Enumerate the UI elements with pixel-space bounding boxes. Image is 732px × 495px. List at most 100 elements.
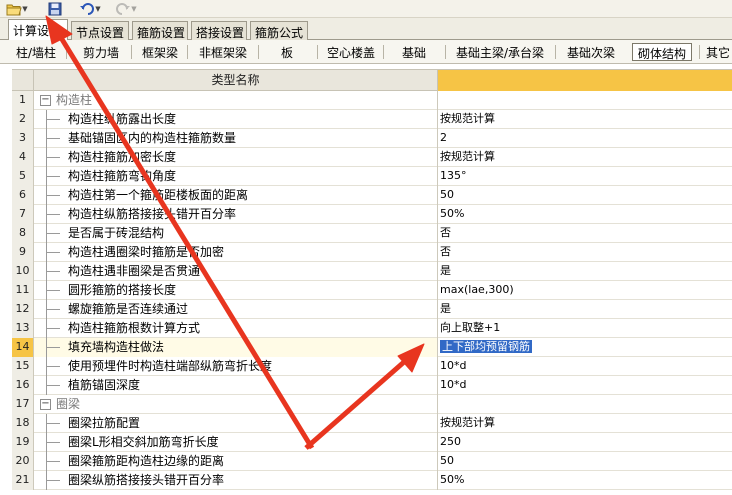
setting-name-cell[interactable]: 圈梁纵筋搭接接头错开百分率: [34, 471, 438, 490]
table-row[interactable]: 21 圈梁纵筋搭接接头错开百分率 50%: [12, 471, 732, 490]
table-row[interactable]: 14 填充墙构造柱做法 上下部均预留钢筋: [12, 338, 732, 357]
setting-value-cell[interactable]: 10*d: [438, 357, 732, 376]
row-number: 5: [12, 167, 34, 186]
setting-name-cell[interactable]: 圈梁拉筋配置: [34, 414, 438, 433]
setting-value: 按规范计算: [440, 150, 495, 163]
table-row[interactable]: 7 构造柱纵筋搭接接头错开百分率 50%: [12, 205, 732, 224]
table-row[interactable]: 5 构造柱箍筋弯钩角度 135°: [12, 167, 732, 186]
table-row[interactable]: 8 是否属于砖混结构 否: [12, 224, 732, 243]
table-row[interactable]: 11 圆形箍筋的搭接长度 max(lae,300): [12, 281, 732, 300]
tab-foundation[interactable]: 基础: [392, 43, 436, 61]
open-folder-button[interactable]: ▼: [2, 1, 32, 17]
chevron-down-icon[interactable]: ▼: [131, 5, 136, 13]
setting-value-cell[interactable]: 按规范计算: [438, 414, 732, 433]
tab-stirrup-settings[interactable]: 箍筋设置: [132, 21, 188, 40]
setting-value-cell[interactable]: 2: [438, 129, 732, 148]
table-row[interactable]: 16 植筋锚固深度 10*d: [12, 376, 732, 395]
table-row[interactable]: 13 构造柱箍筋根数计算方式 向上取整+1: [12, 319, 732, 338]
setting-value-cell[interactable]: [438, 395, 732, 414]
table-row[interactable]: 18 圈梁拉筋配置 按规范计算: [12, 414, 732, 433]
setting-name-cell[interactable]: 植筋锚固深度: [34, 376, 438, 395]
tab-foundation-secondary-beam[interactable]: 基础次梁: [561, 43, 621, 61]
table-row[interactable]: 20 圈梁箍筋距构造柱边缘的距离 50: [12, 452, 732, 471]
setting-name-cell[interactable]: 圈梁L形相交斜加筋弯折长度: [34, 433, 438, 452]
setting-name-cell[interactable]: 构造柱纵筋搭接接头错开百分率: [34, 205, 438, 224]
header-value[interactable]: [438, 70, 732, 91]
setting-value-cell[interactable]: 50: [438, 186, 732, 205]
setting-value-cell[interactable]: max(lae,300): [438, 281, 732, 300]
setting-value-cell[interactable]: 10*d: [438, 376, 732, 395]
setting-value: 按规范计算: [440, 112, 495, 125]
setting-value-cell[interactable]: 按规范计算: [438, 110, 732, 129]
setting-name-cell[interactable]: 圈梁箍筋距构造柱边缘的距离: [34, 452, 438, 471]
setting-value-cell[interactable]: 否: [438, 224, 732, 243]
table-row[interactable]: 3 基础锚固区内的构造柱箍筋数量 2: [12, 129, 732, 148]
header-type-name[interactable]: 类型名称: [34, 70, 438, 91]
setting-value-cell[interactable]: 上下部均预留钢筋: [438, 338, 732, 357]
setting-value-cell[interactable]: 是: [438, 262, 732, 281]
tab-node-settings[interactable]: 节点设置: [71, 21, 129, 40]
table-row[interactable]: 19 圈梁L形相交斜加筋弯折长度 250: [12, 433, 732, 452]
setting-value-cell[interactable]: [438, 91, 732, 110]
setting-value-cell[interactable]: 50%: [438, 471, 732, 490]
row-number: 16: [12, 376, 34, 395]
table-row[interactable]: 4 构造柱箍筋加密长度 按规范计算: [12, 148, 732, 167]
tab-masonry-structure[interactable]: 砌体结构: [632, 43, 692, 61]
setting-name-cell[interactable]: 构造柱第一个箍筋距楼板面的距离: [34, 186, 438, 205]
tab-column-wallcolumn[interactable]: 柱/墙柱: [10, 43, 62, 61]
table-row[interactable]: 10 构造柱遇非圈梁是否贯通 是: [12, 262, 732, 281]
chevron-down-icon[interactable]: ▼: [22, 5, 27, 13]
setting-name-cell[interactable]: 圆形箍筋的搭接长度: [34, 281, 438, 300]
setting-value: 否: [440, 245, 451, 258]
tab-frame-beam[interactable]: 框架梁: [136, 43, 184, 61]
setting-value-cell[interactable]: 50: [438, 452, 732, 471]
setting-name-cell[interactable]: 基础锚固区内的构造柱箍筋数量: [34, 129, 438, 148]
table-row[interactable]: 2 构造柱纵筋露出长度 按规范计算: [12, 110, 732, 129]
setting-value-cell[interactable]: 向上取整+1: [438, 319, 732, 338]
tab-calc-settings[interactable]: 计算设置: [8, 19, 68, 41]
tab-hollow-floor[interactable]: 空心楼盖: [323, 43, 379, 61]
group-row[interactable]: 1− 构造柱: [12, 91, 732, 110]
group-row[interactable]: 17− 圈梁: [12, 395, 732, 414]
undo-button[interactable]: ▼: [74, 1, 106, 17]
setting-name-cell[interactable]: 构造柱箍筋根数计算方式: [34, 319, 438, 338]
redo-button[interactable]: ▼: [110, 1, 142, 17]
table-row[interactable]: 15 使用预埋件时构造柱端部纵筋弯折长度 10*d: [12, 357, 732, 376]
chevron-down-icon[interactable]: ▼: [95, 5, 100, 13]
save-button[interactable]: [46, 1, 64, 17]
setting-name-cell[interactable]: 构造柱遇圈梁时箍筋是否加密: [34, 243, 438, 262]
setting-name-cell[interactable]: 构造柱纵筋露出长度: [34, 110, 438, 129]
tab-shear-wall[interactable]: 剪力墙: [74, 43, 128, 61]
setting-label: 填充墙构造柱做法: [68, 340, 165, 354]
tab-lap-settings[interactable]: 搭接设置: [191, 21, 247, 40]
table-row[interactable]: 9 构造柱遇圈梁时箍筋是否加密 否: [12, 243, 732, 262]
setting-name-cell[interactable]: − 圈梁: [34, 395, 438, 414]
table-row[interactable]: 12 螺旋箍筋是否连续通过 是: [12, 300, 732, 319]
setting-name-cell[interactable]: 是否属于砖混结构: [34, 224, 438, 243]
setting-value-cell[interactable]: 按规范计算: [438, 148, 732, 167]
setting-name-cell[interactable]: 构造柱箍筋加密长度: [34, 148, 438, 167]
setting-name-cell[interactable]: 构造柱遇非圈梁是否贯通: [34, 262, 438, 281]
setting-value-cell[interactable]: 否: [438, 243, 732, 262]
setting-value-cell[interactable]: 50%: [438, 205, 732, 224]
setting-name-cell[interactable]: 使用预埋件时构造柱端部纵筋弯折长度: [34, 357, 438, 376]
setting-value-cell[interactable]: 是: [438, 300, 732, 319]
setting-name-cell[interactable]: − 构造柱: [34, 91, 438, 110]
setting-name-cell[interactable]: 构造柱箍筋弯钩角度: [34, 167, 438, 186]
setting-label: 是否属于砖混结构: [68, 226, 165, 240]
tree-line: [46, 309, 60, 310]
collapse-icon[interactable]: −: [40, 399, 51, 410]
setting-value-cell[interactable]: 250: [438, 433, 732, 452]
setting-name-cell[interactable]: 填充墙构造柱做法: [34, 338, 438, 357]
tab-slab[interactable]: 板: [270, 43, 304, 61]
tree-line: [46, 290, 60, 291]
collapse-icon[interactable]: −: [40, 95, 51, 106]
tab-stirrup-formula[interactable]: 箍筋公式: [250, 21, 308, 40]
setting-name-cell[interactable]: 螺旋箍筋是否连续通过: [34, 300, 438, 319]
tab-foundation-main-beam[interactable]: 基础主梁/承台梁: [451, 43, 549, 61]
tree-line: [46, 461, 60, 462]
table-row[interactable]: 6 构造柱第一个箍筋距楼板面的距离 50: [12, 186, 732, 205]
tab-other[interactable]: 其它: [706, 43, 732, 61]
tab-non-frame-beam[interactable]: 非框架梁: [192, 43, 254, 61]
setting-value-cell[interactable]: 135°: [438, 167, 732, 186]
